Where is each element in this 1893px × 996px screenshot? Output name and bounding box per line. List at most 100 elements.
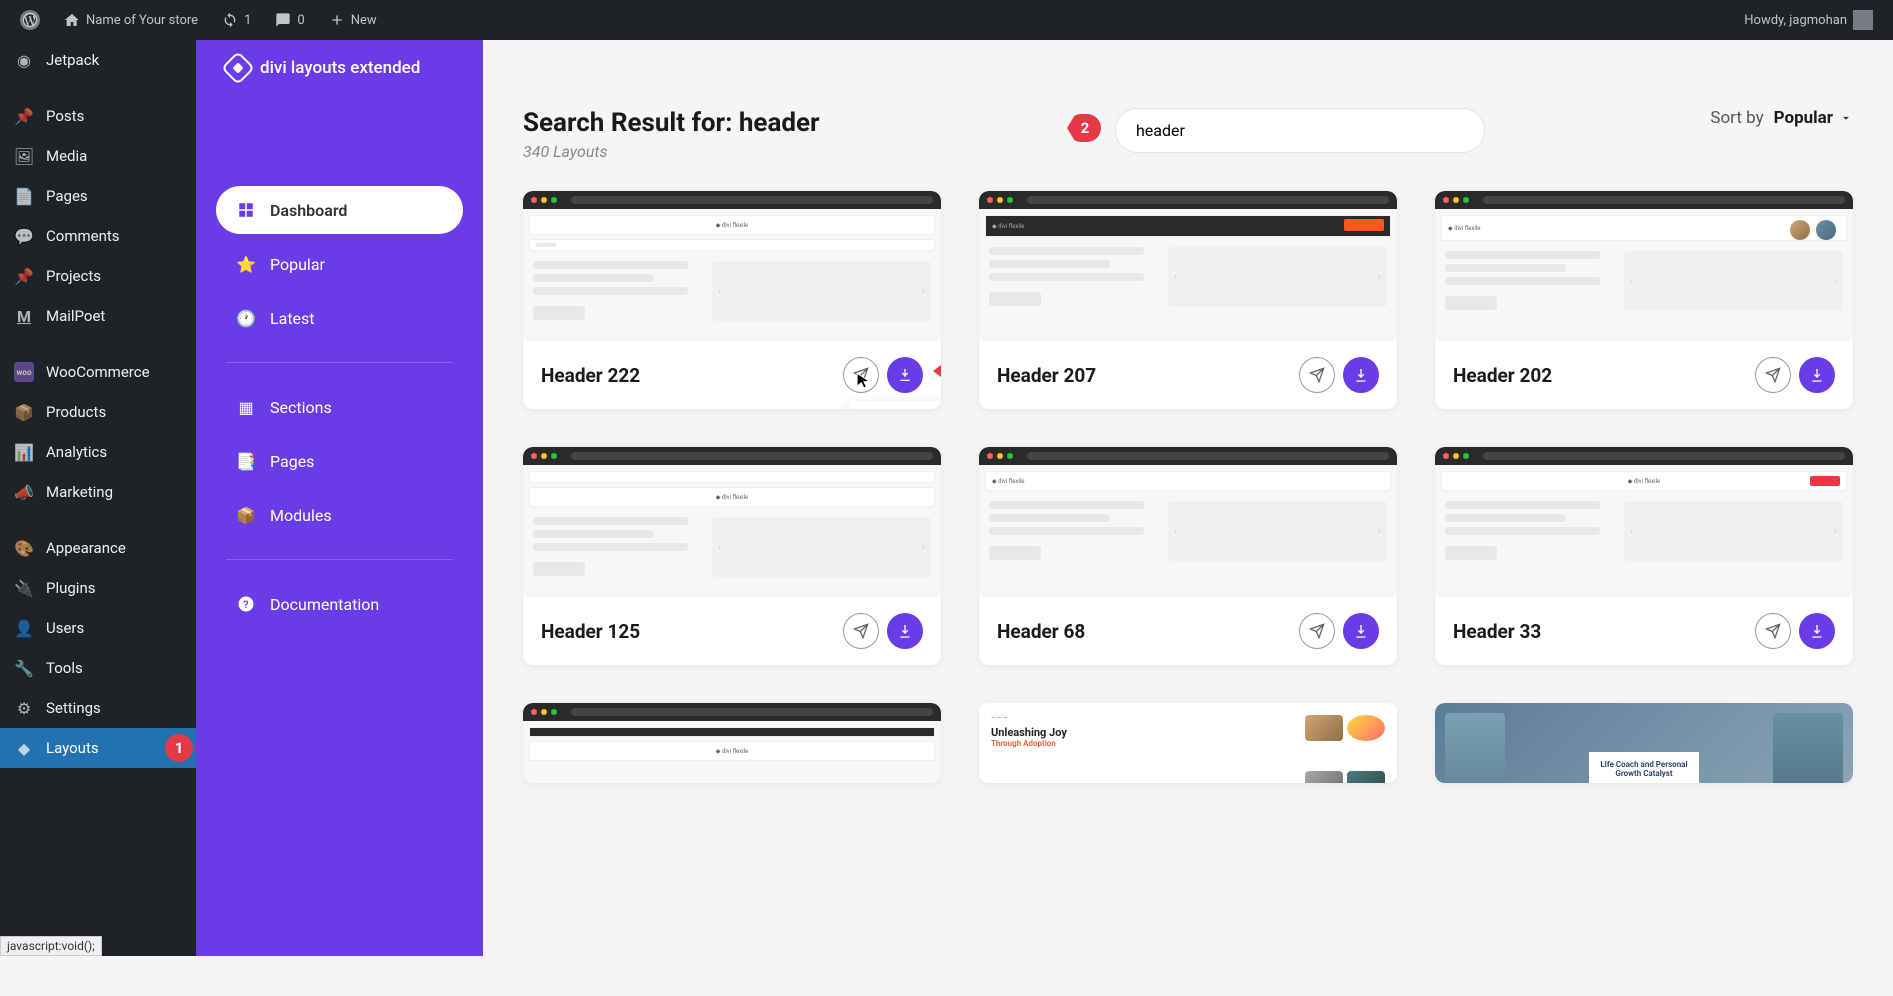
wrench-icon: 🔧	[14, 658, 34, 678]
chart-icon: 📊	[14, 442, 34, 462]
user-greeting-link[interactable]: Howdy, jagmohan	[1736, 0, 1881, 40]
download-button[interactable]	[1343, 357, 1379, 393]
new-content-link[interactable]: New	[321, 0, 385, 40]
layout-preview: ◆ divi flexile ‹›	[1435, 447, 1853, 597]
user-greeting: Howdy, jagmohan	[1744, 13, 1847, 28]
chevron-down-icon	[1839, 111, 1853, 125]
wp-logo-menu[interactable]	[12, 0, 48, 40]
layout-preview: — — — Unleashing Joy Through Adoption	[979, 703, 1397, 783]
preview-subheading: Through Adoption	[991, 739, 1297, 748]
admin-bar-right: Howdy, jagmohan	[1736, 0, 1881, 40]
menu-tools[interactable]: 🔧Tools	[0, 648, 196, 688]
divi-menu-popular[interactable]: ⭐ Popular	[216, 240, 463, 288]
menu-divi-layouts[interactable]: ◆ Layouts 1	[0, 728, 196, 768]
callout-badge-2: 2	[1067, 114, 1101, 142]
preview-button[interactable]	[1755, 613, 1791, 649]
menu-settings[interactable]: ⚙Settings	[0, 688, 196, 728]
layout-preview: ◆ divi flexile ‹›	[979, 447, 1397, 597]
products-icon: 📦	[14, 402, 34, 422]
pin-icon: 📌	[14, 106, 34, 126]
preview-button[interactable]	[843, 357, 879, 393]
new-label: New	[351, 13, 377, 28]
sort-dropdown[interactable]: Popular	[1774, 108, 1853, 128]
preview-heading: Unleashing Joy	[991, 726, 1297, 739]
layout-title: Header 68	[997, 620, 1085, 643]
sort-control: Sort by Popular	[1710, 108, 1853, 128]
layout-card: ◆ divi flexile ‹› Header 125	[523, 447, 941, 665]
layout-preview: Life Coach and Personal Growth Catalyst	[1435, 703, 1853, 783]
megaphone-icon: 📣	[14, 482, 34, 502]
jetpack-icon: ◉	[14, 50, 34, 70]
preview-heading: Life Coach and Personal Growth Catalyst	[1589, 752, 1699, 783]
layouts-grid: ◆ divi flexile ‹› Header 222	[523, 191, 1853, 783]
layout-preview: ◆ divi flexile ‹›	[979, 191, 1397, 341]
download-button[interactable]	[887, 357, 923, 393]
site-name: Name of Your store	[86, 13, 198, 28]
menu-media[interactable]: 🖼Media	[0, 136, 196, 176]
wp-admin-bar: Name of Your store 1 0 New Howdy, jagmoh…	[0, 0, 1893, 40]
layout-preview: ◆ divi flexile ‹›	[1435, 191, 1853, 341]
layout-preview: ◆ divi flexile ‹›	[523, 191, 941, 341]
comments-link[interactable]: 0	[267, 0, 312, 40]
menu-posts[interactable]: 📌Posts	[0, 96, 196, 136]
preview-button[interactable]	[843, 613, 879, 649]
menu-mailpoet[interactable]: MMailPoet	[0, 296, 196, 336]
download-icon	[1353, 367, 1369, 383]
preview-button[interactable]	[1755, 357, 1791, 393]
svg-text:?: ?	[243, 598, 248, 611]
divi-menu-dashboard[interactable]: Dashboard	[216, 186, 463, 234]
layout-card: — — — Unleashing Joy Through Adoption	[979, 703, 1397, 783]
divider	[226, 362, 453, 363]
brush-icon: 🎨	[14, 538, 34, 558]
download-button[interactable]	[887, 613, 923, 649]
layout-title: Header 202	[1453, 364, 1552, 387]
download-button[interactable]	[1799, 613, 1835, 649]
menu-jetpack[interactable]: ◉Jetpack	[0, 40, 196, 80]
preview-button[interactable]	[1299, 357, 1335, 393]
divi-brand: divi layouts extended	[216, 56, 463, 110]
sort-label: Sort by	[1710, 108, 1763, 128]
search-header: Search Result for: header 340 Layouts 2 …	[523, 108, 1853, 161]
refresh-icon	[222, 12, 238, 28]
comment-icon	[275, 12, 291, 28]
layout-title: Header 125	[541, 620, 640, 643]
preview-button[interactable]	[1299, 613, 1335, 649]
star-icon: ⭐	[236, 254, 256, 274]
menu-users[interactable]: 👤Users	[0, 608, 196, 648]
callout-3-wrapper: 3	[933, 357, 941, 385]
layout-title: Header 207	[997, 364, 1096, 387]
menu-marketing[interactable]: 📣Marketing	[0, 472, 196, 512]
layout-preview: ◆ divi flexile	[523, 703, 941, 783]
pin-icon: 📌	[14, 266, 34, 286]
layout-card: ◆ divi flexile ‹› Header 68	[979, 447, 1397, 665]
divi-menu-sections[interactable]: ▦ Sections	[216, 383, 463, 431]
main-content: Search Result for: header 340 Layouts 2 …	[483, 80, 1893, 996]
divi-menu-modules[interactable]: 📦 Modules	[216, 491, 463, 539]
help-icon: ?	[236, 594, 256, 614]
menu-projects[interactable]: 📌Projects	[0, 256, 196, 296]
menu-plugins[interactable]: 🔌Plugins	[0, 568, 196, 608]
callout-2-wrapper: 2	[1067, 114, 1101, 142]
search-input[interactable]	[1115, 108, 1485, 153]
updates-link[interactable]: 1	[214, 0, 259, 40]
menu-woocommerce[interactable]: wooWooCommerce	[0, 352, 196, 392]
clock-icon: 🕐	[236, 308, 256, 328]
layout-card: ◆ divi flexile ‹› Header 33	[1435, 447, 1853, 665]
layout-card: ◆ divi flexile ‹› Header 207	[979, 191, 1397, 409]
menu-appearance[interactable]: 🎨Appearance	[0, 528, 196, 568]
menu-products[interactable]: 📦Products	[0, 392, 196, 432]
divi-menu-pages[interactable]: 📑 Pages	[216, 437, 463, 485]
search-title-group: Search Result for: header 340 Layouts	[523, 108, 820, 161]
divi-menu-latest[interactable]: 🕐 Latest	[216, 294, 463, 342]
download-button[interactable]	[1799, 357, 1835, 393]
download-button[interactable]	[1343, 613, 1379, 649]
send-icon	[1309, 367, 1325, 383]
divi-menu-documentation[interactable]: ? Documentation	[216, 580, 463, 628]
site-name-link[interactable]: Name of Your store	[56, 0, 206, 40]
send-icon	[1309, 623, 1325, 639]
menu-analytics[interactable]: 📊Analytics	[0, 432, 196, 472]
admin-bar-left: Name of Your store 1 0 New	[12, 0, 385, 40]
wordpress-logo-icon	[20, 10, 40, 30]
menu-comments[interactable]: 💬Comments	[0, 216, 196, 256]
menu-pages[interactable]: 📄Pages	[0, 176, 196, 216]
